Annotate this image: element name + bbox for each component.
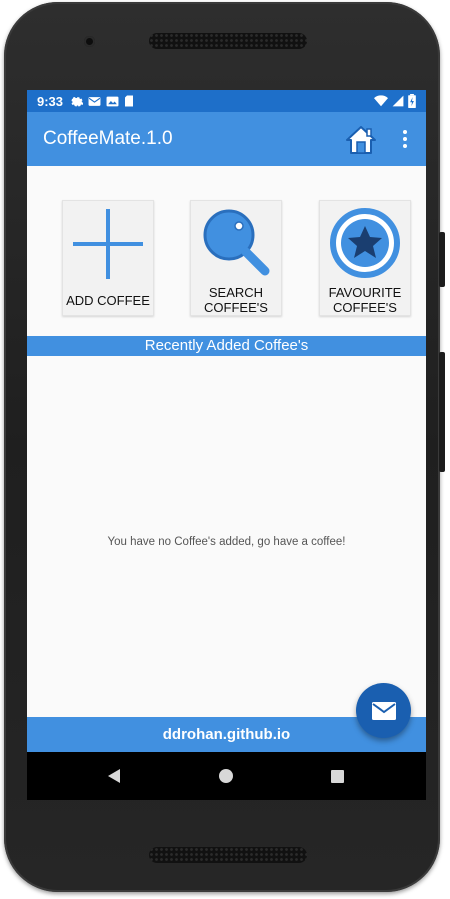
settings-icon — [71, 97, 84, 107]
favourite-coffees-label: FAVOURITE COFFEE'S — [329, 285, 402, 315]
add-coffee-button[interactable]: ADD COFFEE — [62, 200, 154, 316]
volume-rocker — [439, 352, 445, 472]
mail-icon — [88, 96, 101, 106]
status-time: 9:33 — [37, 93, 64, 109]
search-coffees-label-line1: SEARCH — [208, 285, 264, 300]
device-screen: 9:33 CoffeeMate.1.0 ADD COFFEE SEARCH CO… — [27, 90, 426, 800]
system-nav-bar — [27, 752, 426, 800]
bottom-speaker-grille — [149, 847, 307, 863]
search-coffees-label-line2: COFFEE'S — [204, 300, 268, 315]
status-left-icons — [71, 95, 134, 107]
search-icon — [203, 209, 270, 276]
phone-frame: 9:33 CoffeeMate.1.0 ADD COFFEE SEARCH CO… — [4, 2, 440, 892]
battery-icon — [408, 94, 416, 108]
search-coffees-button[interactable]: SEARCH COFFEE'S — [190, 200, 282, 316]
status-right-icons — [374, 94, 416, 108]
recents-icon[interactable] — [331, 770, 344, 783]
add-coffee-label-text: ADD COFFEE — [66, 293, 150, 308]
more-vert-icon — [403, 130, 407, 134]
photo-icon — [106, 96, 119, 106]
favourite-coffees-label-line2: COFFEE'S — [333, 300, 397, 315]
app-title: CoffeeMate.1.0 — [43, 128, 173, 149]
star-icon — [330, 208, 400, 278]
top-speaker-grille — [149, 33, 307, 49]
back-icon[interactable] — [107, 769, 121, 783]
home-icon — [346, 126, 376, 154]
power-button — [439, 232, 445, 287]
favourite-coffees-label-line1: FAVOURITE — [328, 285, 402, 300]
recently-added-header: Recently Added Coffee's — [27, 336, 426, 356]
status-bar: 9:33 — [27, 90, 426, 112]
email-icon — [371, 701, 396, 720]
more-vert-icon-dot — [403, 144, 407, 148]
favourite-coffees-button[interactable]: FAVOURITE COFFEE'S — [319, 200, 411, 316]
app-bar: CoffeeMate.1.0 — [27, 112, 426, 166]
front-camera — [84, 36, 95, 47]
overflow-menu-button[interactable] — [397, 126, 413, 152]
home-circle-icon[interactable] — [219, 769, 233, 783]
add-coffee-label: ADD COFFEE — [66, 293, 150, 308]
plus-icon — [73, 209, 143, 279]
empty-list-message: You have no Coffee's added, go have a co… — [107, 536, 346, 548]
signal-icon — [392, 95, 404, 107]
sd-card-icon — [125, 95, 134, 107]
home-button[interactable] — [345, 124, 377, 156]
search-coffees-label: SEARCH COFFEE'S — [204, 285, 268, 315]
wifi-icon — [374, 95, 388, 107]
more-vert-icon-dot — [403, 137, 407, 141]
email-fab[interactable] — [356, 683, 411, 738]
